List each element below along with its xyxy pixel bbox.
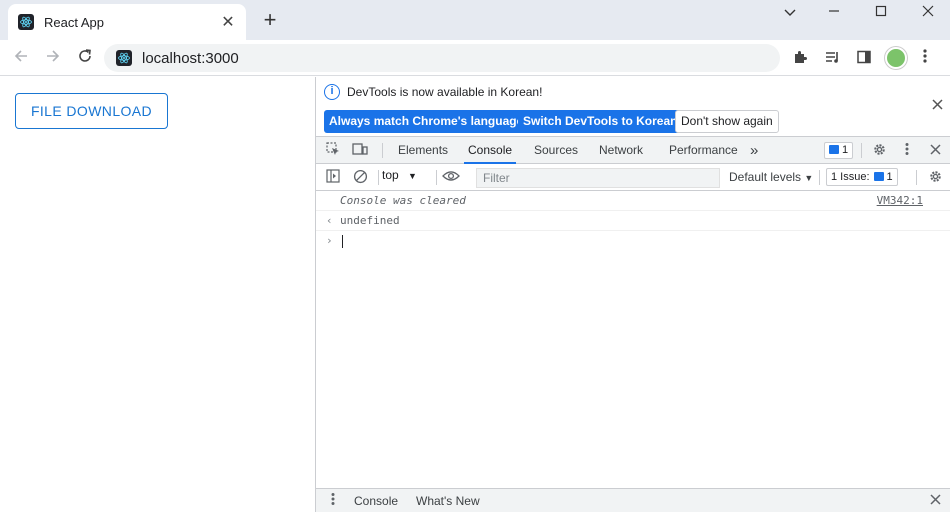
page-content: FILE DOWNLOAD <box>0 77 315 512</box>
tab-performance[interactable]: Performance <box>665 137 742 164</box>
context-value: top <box>382 168 399 182</box>
source-link[interactable]: VM342:1 <box>877 191 923 211</box>
issues-count: 1 <box>886 171 893 183</box>
devtools-tab-bar: Elements Console Sources Network Perform… <box>316 137 950 164</box>
inspect-element-icon[interactable] <box>324 142 342 160</box>
tab-title: React App <box>44 14 104 30</box>
levels-value: Default levels <box>729 170 802 184</box>
toolbar-divider <box>436 170 437 185</box>
toolbar-divider <box>916 170 917 185</box>
tab-sources[interactable]: Sources <box>530 137 582 164</box>
caret-down-icon: ▼ <box>408 171 417 181</box>
infobar-message: DevTools is now available in Korean! <box>347 85 543 99</box>
caret-down-icon: ▼ <box>804 173 814 183</box>
browser-tab[interactable]: React App ✕ <box>8 4 246 40</box>
messages-badge[interactable]: 1 <box>824 142 854 159</box>
console-output: Console was cleared VM342:1 ‹ undefined … <box>316 191 950 251</box>
more-tabs-icon[interactable]: » <box>746 137 762 164</box>
prompt-chevron-icon: › <box>326 234 333 247</box>
console-toolbar: top ▼ Filter Default levels ▼ 1 Issue: 1 <box>316 164 950 191</box>
match-language-button[interactable]: Always match Chrome's language <box>324 110 529 133</box>
devtools-drawer: Console What's New <box>316 488 950 512</box>
profile-avatar[interactable] <box>885 47 907 69</box>
devtools-panel: i DevTools is now available in Korean! A… <box>315 77 950 512</box>
forward-arrow-icon[interactable] <box>42 47 64 69</box>
message-count: 1 <box>842 144 849 156</box>
console-line: ‹ undefined <box>316 211 950 231</box>
sidebar-toggle-icon[interactable] <box>324 169 342 187</box>
toolbar-divider <box>819 170 820 185</box>
minimize-icon[interactable] <box>820 4 848 20</box>
new-tab-button[interactable]: + <box>259 9 281 31</box>
tab-network[interactable]: Network <box>595 137 647 164</box>
chevron-down-icon[interactable] <box>776 4 804 20</box>
reload-icon[interactable] <box>74 47 96 69</box>
message-icon <box>829 145 839 154</box>
file-download-button[interactable]: FILE DOWNLOAD <box>15 93 168 129</box>
info-icon: i <box>324 84 340 100</box>
infobar-close-icon[interactable] <box>932 97 943 115</box>
browser-toolbar: localhost:3000 <box>0 40 950 76</box>
console-line: Console was cleared VM342:1 <box>316 191 950 211</box>
console-settings-gear-icon[interactable] <box>926 169 944 187</box>
log-levels-dropdown[interactable]: Default levels ▼ <box>729 170 813 184</box>
site-favicon-icon <box>116 50 132 66</box>
console-cleared-message: Console was cleared <box>340 194 466 207</box>
console-prompt[interactable]: › <box>316 231 950 251</box>
maximize-icon[interactable] <box>867 4 895 20</box>
window-close-icon[interactable] <box>914 4 942 20</box>
toolbar-divider <box>378 170 379 185</box>
react-favicon-icon <box>18 14 34 30</box>
drawer-menu-icon[interactable] <box>324 492 342 510</box>
console-filter-input[interactable]: Filter <box>476 168 720 188</box>
browser-titlebar: React App ✕ + <box>0 0 950 40</box>
issues-badge[interactable]: 1 Issue: 1 <box>826 168 898 186</box>
toolbar-divider <box>861 143 862 158</box>
back-arrow-icon[interactable] <box>10 47 32 69</box>
toolbar-divider <box>382 143 383 158</box>
device-toolbar-icon[interactable] <box>351 142 369 160</box>
result-arrow-icon: ‹ <box>326 214 333 227</box>
tab-console[interactable]: Console <box>464 137 517 164</box>
text-caret <box>342 235 343 248</box>
reading-list-icon[interactable] <box>823 49 841 67</box>
tab-close-icon[interactable]: ✕ <box>220 12 236 32</box>
devtools-menu-icon[interactable] <box>898 142 916 160</box>
console-result: undefined <box>340 214 400 227</box>
drawer-tab-whats-new[interactable]: What's New <box>416 489 480 512</box>
context-selector[interactable]: top ▼ <box>382 168 417 182</box>
address-bar[interactable]: localhost:3000 <box>104 44 780 72</box>
switch-korean-button[interactable]: Switch DevTools to Korean <box>518 110 683 133</box>
live-expression-eye-icon[interactable] <box>442 169 460 187</box>
language-infobar: i DevTools is now available in Korean! A… <box>316 77 950 137</box>
drawer-tab-console[interactable]: Console <box>354 489 398 512</box>
side-panel-icon[interactable] <box>855 49 873 67</box>
close-devtools-icon[interactable] <box>926 142 944 160</box>
close-drawer-icon[interactable] <box>926 492 944 510</box>
clear-console-icon[interactable] <box>351 169 369 187</box>
issues-label: 1 Issue: <box>831 171 870 183</box>
settings-gear-icon[interactable] <box>870 142 888 160</box>
tab-elements[interactable]: Elements <box>394 137 452 164</box>
url-text: localhost:3000 <box>142 49 239 67</box>
extensions-puzzle-icon[interactable] <box>791 49 809 67</box>
dont-show-again-button[interactable]: Don't show again <box>675 110 779 133</box>
issue-icon <box>873 172 884 181</box>
browser-menu-icon[interactable] <box>923 48 927 70</box>
